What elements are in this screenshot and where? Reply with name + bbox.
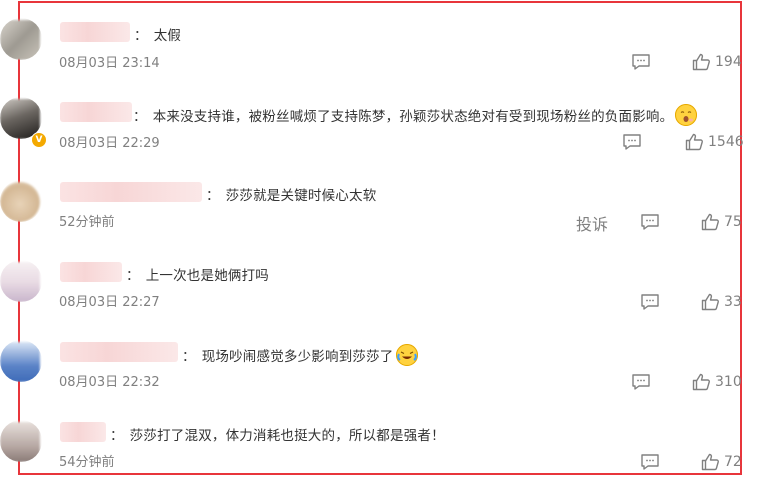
- comment-text-row: ：莎莎打了混双，体力消耗也挺大的，所以都是强者！: [110, 428, 445, 444]
- like-count: 75: [724, 214, 742, 230]
- username-blurred[interactable]: [60, 22, 130, 42]
- comment-time: 08月03日 22:27: [59, 295, 160, 310]
- like-count: 1546: [708, 134, 744, 150]
- avatar[interactable]: [0, 18, 42, 60]
- avatar[interactable]: [0, 420, 42, 462]
- comment-text-row: ：太假: [134, 28, 182, 44]
- avatar[interactable]: [0, 260, 42, 302]
- comment-text: 本来没支持谁，被粉丝喊烦了支持陈梦，孙颖莎状态绝对有受到现场粉丝的负面影响。: [152, 109, 674, 125]
- comment-text: 莎莎打了混双，体力消耗也挺大的，所以都是强者！: [129, 428, 445, 444]
- comment-text: 太假: [153, 28, 182, 44]
- comment-time: 08月03日 22:32: [59, 375, 160, 390]
- thumbs-up-icon: [701, 293, 719, 311]
- like-count: 310: [715, 374, 742, 390]
- like-button[interactable]: 1546: [685, 133, 744, 151]
- username-blurred[interactable]: [60, 182, 202, 202]
- reply-icon[interactable]: [640, 293, 660, 311]
- comment-text-row: ：上一次也是她俩打吗: [126, 268, 270, 284]
- like-button[interactable]: 33: [701, 293, 742, 311]
- thumbs-up-icon: [701, 213, 719, 231]
- comment-text: 现场吵闹感觉多少影响到莎莎了: [201, 349, 394, 365]
- reply-icon[interactable]: [631, 373, 651, 391]
- like-count: 72: [724, 454, 742, 470]
- thumbs-up-icon: [692, 373, 710, 391]
- comment-text: 上一次也是她俩打吗: [145, 268, 270, 284]
- avatar[interactable]: [0, 340, 42, 382]
- comment-text-row: ：莎莎就是关键时候心太软: [206, 188, 377, 204]
- comment-time: 08月03日 23:14: [59, 56, 160, 71]
- avatar[interactable]: [0, 180, 42, 222]
- like-button[interactable]: 310: [692, 373, 742, 391]
- crying-laugh-emoji-icon: [395, 344, 418, 366]
- reply-icon[interactable]: [640, 213, 660, 231]
- username-blurred[interactable]: [60, 102, 132, 122]
- comment-item: ：上一次也是她俩打吗 08月03日 22:27 33: [0, 240, 757, 320]
- comment-time: 52分钟前: [59, 215, 115, 230]
- comment-time: 54分钟前: [59, 455, 115, 470]
- comment-text-row: ：现场吵闹感觉多少影响到莎莎了: [182, 344, 418, 366]
- comment-item: ：太假 08月03日 23:14 194: [0, 0, 757, 80]
- comment-time: 08月03日 22:29: [59, 136, 160, 151]
- reply-icon[interactable]: [640, 453, 660, 471]
- username-blurred[interactable]: [60, 262, 122, 282]
- verified-badge-icon: V: [31, 132, 47, 148]
- like-count: 194: [715, 54, 742, 70]
- comment-item: ：莎莎打了混双，体力消耗也挺大的，所以都是强者！ 54分钟前 72: [0, 400, 757, 480]
- like-button[interactable]: 194: [692, 53, 742, 71]
- username-blurred[interactable]: [60, 422, 106, 442]
- report-button[interactable]: 投诉: [576, 211, 608, 235]
- username-blurred[interactable]: [60, 342, 178, 362]
- like-button[interactable]: 75: [701, 213, 742, 231]
- comment-item: ：现场吵闹感觉多少影响到莎莎了 08月03日 22:32 310: [0, 320, 757, 400]
- yawn-emoji-icon: [675, 104, 698, 126]
- comment-text: 莎莎就是关键时候心太软: [225, 188, 377, 204]
- thumbs-up-icon: [692, 53, 710, 71]
- thumbs-up-icon: [701, 453, 719, 471]
- thumbs-up-icon: [685, 133, 703, 151]
- reply-icon[interactable]: [622, 133, 642, 151]
- like-count: 33: [724, 294, 742, 310]
- like-button[interactable]: 72: [701, 453, 742, 471]
- comment-text-row: ：本来没支持谁，被粉丝喊烦了支持陈梦，孙颖莎状态绝对有受到现场粉丝的负面影响。: [133, 104, 698, 126]
- comment-item: V ：本来没支持谁，被粉丝喊烦了支持陈梦，孙颖莎状态绝对有受到现场粉丝的负面影响…: [0, 80, 757, 160]
- reply-icon[interactable]: [631, 53, 651, 71]
- comment-item: ：莎莎就是关键时候心太软 52分钟前 投诉 75: [0, 160, 757, 240]
